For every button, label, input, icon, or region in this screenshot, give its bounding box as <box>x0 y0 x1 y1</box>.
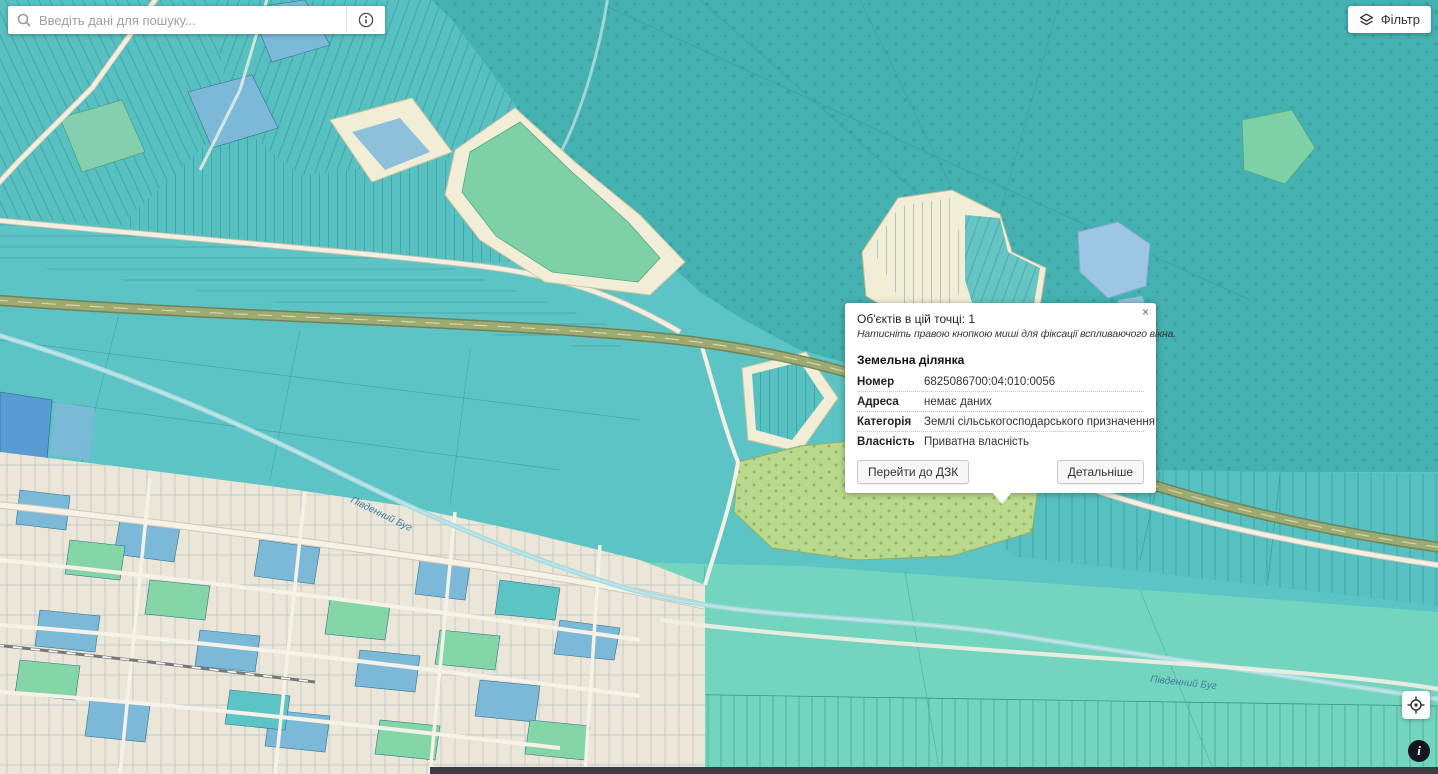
parcel-row-value: 6825086700:04:010:0056 <box>924 376 1144 388</box>
parcel-attributes: Номер 6825086700:04:010:0056 Адреса нема… <box>857 372 1144 451</box>
search-bar <box>8 6 385 34</box>
details-button[interactable]: Детальніше <box>1057 460 1144 484</box>
parcel-row-label: Адреса <box>857 396 924 408</box>
popup-hint: Натисніть правою кнопкою миші для фіксац… <box>857 329 1144 340</box>
parcel-row-ownership: Власність Приватна власність <box>857 431 1144 451</box>
popup-actions: Перейти до ДЗК Детальніше <box>857 460 1144 484</box>
geolocate-icon <box>1407 696 1425 714</box>
parcel-row-number: Номер 6825086700:04:010:0056 <box>857 372 1144 391</box>
parcel-row-label: Власність <box>857 436 924 448</box>
popup-objects-count: Об'єктів в цій точці: 1 <box>857 312 1144 326</box>
info-icon <box>358 12 374 28</box>
go-to-dzk-button[interactable]: Перейти до ДЗК <box>857 460 969 484</box>
geolocate-button[interactable] <box>1402 691 1430 719</box>
attribution-info-button[interactable]: i <box>1408 740 1430 762</box>
map-popup: × Об'єктів в цій точці: 1 Натисніть прав… <box>845 303 1156 493</box>
popup-close-button[interactable]: × <box>1142 306 1149 318</box>
parcel-row-value: немає даних <box>924 396 1144 408</box>
parcel-row-value: Землі сільськогосподарського призначення <box>924 416 1155 428</box>
search-input[interactable] <box>31 13 346 28</box>
parcel-section-title: Земельна ділянка <box>857 353 1144 367</box>
map-canvas[interactable]: Південний Буг Південний Буг <box>0 0 1438 774</box>
bottom-bar <box>430 767 1438 774</box>
popup-arrow <box>993 493 1011 504</box>
parcel-row-value: Приватна власність <box>924 436 1144 448</box>
parcel-row-address: Адреса немає даних <box>857 391 1144 411</box>
layers-icon <box>1359 13 1374 27</box>
info-letter-icon: i <box>1417 743 1421 758</box>
parcel-row-category: Категорія Землі сільськогосподарського п… <box>857 411 1144 431</box>
parcel-row-label: Номер <box>857 376 924 388</box>
filter-button-label: Фільтр <box>1381 12 1420 27</box>
search-icon <box>17 13 31 27</box>
map-stage: Південний Буг Південний Буг Фільтр × Об'… <box>0 0 1438 774</box>
parcel-row-label: Категорія <box>857 416 924 428</box>
search-info-button[interactable] <box>347 6 385 34</box>
filter-button[interactable]: Фільтр <box>1348 6 1431 33</box>
